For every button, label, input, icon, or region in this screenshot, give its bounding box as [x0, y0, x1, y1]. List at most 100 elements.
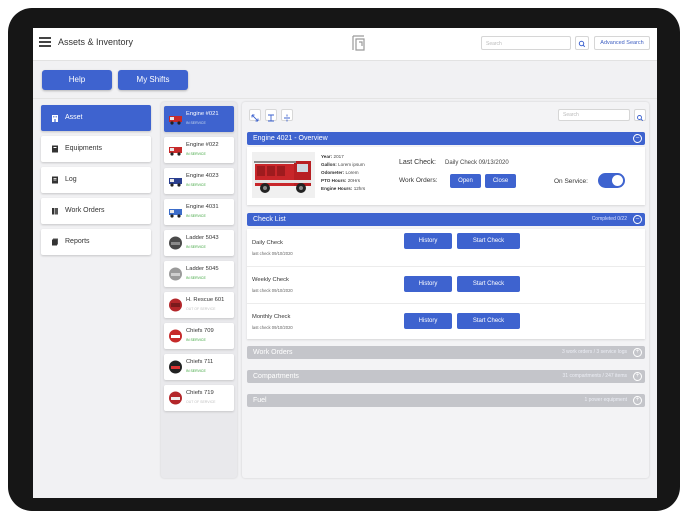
fuel-summary: 1 power equipment — [584, 397, 627, 403]
last-check-label: Last Check: — [399, 159, 436, 166]
fuel-header[interactable]: Fuel 1 power equipment + — [247, 394, 645, 407]
my-shifts-button[interactable]: My Shifts — [118, 70, 188, 90]
vehicle-name: Chiefs 719 — [186, 390, 214, 396]
vehicle-status: IN SERVICE — [186, 214, 206, 218]
vehicle-card[interactable]: Engine 4023 IN SERVICE — [164, 168, 234, 194]
check-name: Weekly Check — [252, 277, 289, 283]
vehicle-card[interactable]: Chiefs 711 IN SERVICE — [164, 354, 234, 380]
tool-icon — [52, 145, 58, 153]
fit-height-button[interactable] — [265, 109, 277, 122]
checklist-row: Daily Check last check 09/10/2020 Histor… — [247, 229, 645, 267]
vehicle-card[interactable]: Engine #022 IN SERVICE — [164, 137, 234, 163]
sidebar-item-equipments[interactable]: Equipments — [41, 136, 151, 162]
wrench-icon — [52, 208, 58, 215]
collapse-icon[interactable]: – — [633, 215, 642, 224]
fire-engine-thumbnail — [169, 116, 182, 125]
checklist-header[interactable]: Check List Completed 0/22 – — [247, 213, 645, 226]
menu-icon[interactable] — [39, 37, 51, 47]
fuel-title: Fuel — [253, 397, 267, 404]
rescue-truck-thumbnail — [169, 298, 182, 312]
vehicle-list: Engine #021 IN SERVICE Engine #022 IN SE… — [161, 102, 237, 478]
work-orders-label: Work Orders: — [399, 177, 438, 184]
chief-vehicle-thumbnail — [169, 391, 182, 405]
vehicle-card[interactable]: Ladder 5043 IN SERVICE — [164, 230, 234, 256]
fire-engine-thumbnail — [169, 209, 182, 218]
checklist-card: Daily Check last check 09/10/2020 Histor… — [247, 229, 645, 339]
compartments-summary: 31 compartments / 247 items — [562, 373, 627, 379]
vehicle-name: Engine 4023 — [186, 173, 219, 179]
spec-odometer: Odometer: Lorem — [321, 170, 359, 175]
asset-search-input[interactable]: Search — [558, 109, 630, 121]
search-button[interactable] — [575, 36, 589, 50]
close-work-orders-button[interactable]: Close — [485, 174, 516, 188]
sidebar-item-label: Asset — [65, 114, 83, 121]
start-check-button[interactable]: Start Check — [457, 276, 520, 292]
sidebar-item-label: Log — [65, 176, 77, 183]
vehicle-status: IN SERVICE — [186, 121, 206, 125]
work-orders-header[interactable]: Work Orders 3 work orders / 3 service lo… — [247, 346, 645, 359]
open-work-orders-button[interactable]: Open — [450, 174, 481, 188]
vehicle-name: Ladder 5043 — [186, 235, 219, 241]
overview-title: Engine 4021 - Overview — [253, 135, 328, 142]
history-button[interactable]: History — [404, 276, 452, 292]
vehicle-name: H. Rescue 601 — [186, 297, 225, 303]
help-button[interactable]: Help — [42, 70, 112, 90]
vehicle-name: Ladder 5045 — [186, 266, 219, 272]
checklist-row: Weekly Check last check 09/10/2020 Histo… — [247, 266, 645, 304]
start-check-button[interactable]: Start Check — [457, 313, 520, 329]
expand-icon[interactable]: + — [633, 348, 642, 357]
work-orders-summary: 3 work orders / 3 service logs — [561, 349, 627, 355]
history-button[interactable]: History — [404, 313, 452, 329]
expand-icon — [251, 114, 259, 122]
top-bar: Assets & Inventory Search Advanced Searc… — [33, 28, 657, 61]
vehicle-status: IN SERVICE — [186, 152, 206, 156]
checklist-title: Check List — [253, 216, 286, 223]
vehicle-card[interactable]: Chiefs 719 OUT OF SERVICE — [164, 385, 234, 411]
vehicle-name: Chiefs 709 — [186, 328, 214, 334]
sidebar-item-reports[interactable]: Reports — [41, 229, 151, 255]
check-date: last check 09/10/2020 — [252, 288, 293, 293]
on-service-toggle[interactable] — [598, 173, 625, 188]
compartments-header[interactable]: Compartments 31 compartments / 247 items… — [247, 370, 645, 383]
fire-engine-thumbnail — [169, 147, 182, 156]
vehicle-name: Engine #021 — [186, 111, 219, 117]
expand-button[interactable] — [249, 109, 261, 122]
start-check-button[interactable]: Start Check — [457, 233, 520, 249]
check-date: last check 09/10/2020 — [252, 251, 293, 256]
sidebar-item-asset[interactable]: Asset — [41, 105, 151, 131]
sidebar-item-log[interactable]: Log — [41, 167, 151, 193]
sidebar-item-work-orders[interactable]: Work Orders — [41, 198, 151, 224]
spec-gallon: Gallon: Lorem ipsum — [321, 162, 365, 167]
advanced-search-button[interactable]: Advanced Search — [594, 36, 650, 50]
book-icon — [52, 176, 58, 184]
search-input[interactable]: Search — [481, 36, 571, 50]
vehicle-card[interactable]: Chiefs 709 IN SERVICE — [164, 323, 234, 349]
vehicle-name: Engine #022 — [186, 142, 219, 148]
vehicle-status: IN SERVICE — [186, 369, 206, 373]
history-button[interactable]: History — [404, 233, 452, 249]
collapse-all-button[interactable] — [281, 109, 293, 122]
vehicle-status: OUT OF SERVICE — [186, 307, 216, 311]
asset-search-button[interactable] — [634, 109, 646, 122]
expand-icon[interactable]: + — [633, 396, 642, 405]
sidebar-item-label: Equipments — [65, 145, 102, 152]
spec-year: Year: 2017 — [321, 154, 344, 159]
spec-pto-hours: PTO Hours: 20Hrs — [321, 178, 360, 183]
vehicle-card[interactable]: H. Rescue 601 OUT OF SERVICE — [164, 292, 234, 318]
vehicle-card[interactable]: Ladder 5045 IN SERVICE — [164, 261, 234, 287]
vehicle-status: OUT OF SERVICE — [186, 400, 216, 404]
vehicle-card[interactable]: Engine #021 IN SERVICE — [164, 106, 234, 132]
fit-height-icon — [268, 114, 274, 122]
collapse-icon[interactable]: – — [633, 134, 642, 143]
checklist-summary: Completed 0/22 — [591, 216, 627, 222]
check-name: Monthly Check — [252, 314, 291, 320]
vehicle-card[interactable]: Engine 4031 IN SERVICE — [164, 199, 234, 225]
fire-engine-thumbnail — [169, 178, 182, 187]
expand-icon[interactable]: + — [633, 372, 642, 381]
app-logo-icon — [352, 35, 365, 51]
ladder-truck-thumbnail — [169, 267, 182, 281]
vehicle-status: IN SERVICE — [186, 183, 206, 187]
work-orders-title: Work Orders — [253, 349, 293, 356]
overview-header[interactable]: Engine 4021 - Overview – — [247, 132, 645, 145]
compartments-title: Compartments — [253, 373, 299, 380]
